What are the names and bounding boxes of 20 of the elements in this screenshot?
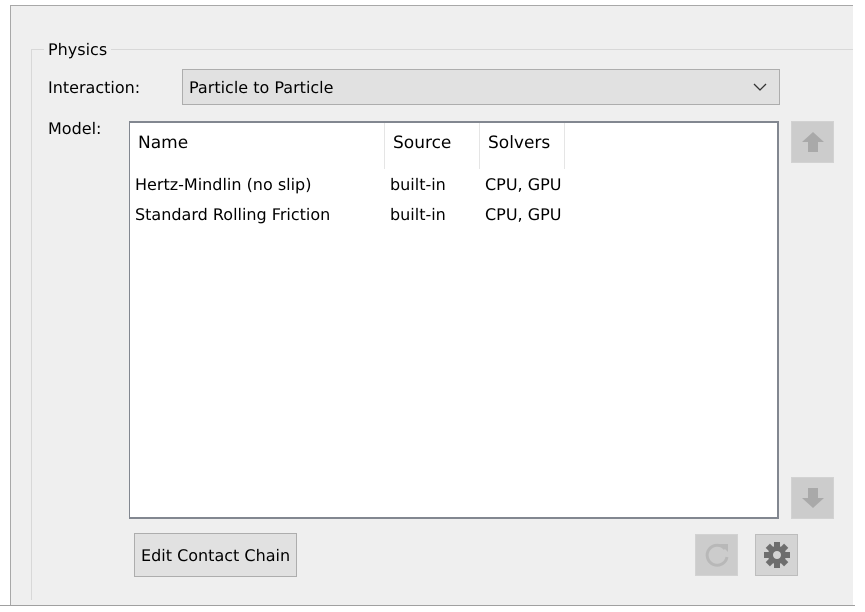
model-list[interactable]: Name Source Solvers Hertz-Mindlin (no slip) built-in CPU, GPU Standard Rolling Friction built-in CPU, GPU — [129, 121, 779, 519]
table-cell-text: built-in — [389, 174, 447, 194]
chevron-down-icon — [753, 83, 767, 91]
table-cell-text: Standard Rolling Friction — [134, 204, 332, 224]
settings-icon — [762, 541, 790, 569]
table-cell-text: built-in — [389, 204, 447, 224]
column-header[interactable]: Name — [130, 123, 385, 169]
model-label: Model: — [48, 119, 102, 140]
settings-button[interactable] — [755, 534, 798, 576]
edit-contact-chain-button[interactable]: Edit Contact Chain — [134, 533, 298, 577]
down-arrow-icon — [800, 487, 824, 509]
up-arrow-icon — [800, 131, 824, 153]
column-header[interactable]: Solvers — [480, 123, 565, 169]
column-header[interactable]: Source — [385, 123, 480, 169]
interaction-dropdown[interactable]: Particle to Particle — [182, 69, 780, 105]
table-cell-text: Hertz-Mindlin (no slip) — [134, 174, 312, 194]
interaction-label: Interaction: — [48, 78, 142, 96]
group-title: Physics — [47, 40, 108, 59]
table-cell-text: CPU, GPU — [484, 204, 562, 224]
table-cell-text: CPU, GPU — [484, 174, 562, 194]
